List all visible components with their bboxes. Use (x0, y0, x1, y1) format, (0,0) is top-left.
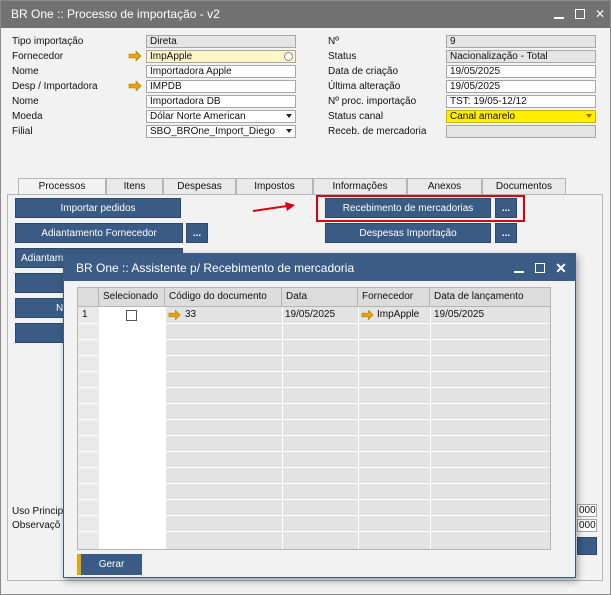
filial-value: SBO_BROne_Import_Diego (150, 126, 276, 137)
ultima-alteracao-field[interactable]: 19/05/2025 (446, 80, 596, 93)
codigo-documento-cell: 33 (185, 309, 197, 320)
fornecedor-link-arrow-icon[interactable] (361, 310, 374, 320)
moeda-select[interactable]: Dólar Norte American (146, 110, 296, 123)
column-header-data[interactable]: Data (282, 288, 358, 307)
window-title: BR One :: Processo de importação - v2 (11, 7, 220, 21)
tab-informacoes[interactable]: Informações (313, 178, 407, 194)
data-criacao-label: Data de criação (328, 66, 399, 77)
column-header-codigo[interactable]: Código do documento (165, 288, 282, 307)
dialog-minimize-icon[interactable] (510, 259, 528, 277)
filial-label: Filial (12, 126, 33, 137)
total-field-1[interactable]: 000 (577, 504, 597, 517)
maximize-icon[interactable] (571, 5, 589, 23)
importadora-link-arrow-icon[interactable] (128, 81, 142, 91)
total-field-2[interactable]: 000 (577, 519, 597, 532)
fornecedor-link-arrow-icon[interactable] (128, 51, 142, 61)
despesas-importacao-button[interactable]: Despesas Importação (325, 223, 491, 243)
chevron-down-icon[interactable] (286, 129, 292, 133)
dialog-maximize-icon[interactable] (531, 259, 549, 277)
observacoes-label: Observaçõ (12, 520, 61, 531)
tipo-importacao-field[interactable]: Direta (146, 35, 296, 48)
status-canal-select[interactable]: Canal amarelo (446, 110, 596, 123)
despesas-more-button[interactable]: ... (495, 223, 517, 243)
proc-importacao-field[interactable]: TST: 19/05-12/12 (446, 95, 596, 108)
chevron-down-icon[interactable] (586, 114, 592, 118)
column-header-fornecedor[interactable]: Fornecedor (358, 288, 430, 307)
data-criacao-field[interactable]: 19/05/2025 (446, 65, 596, 78)
minimize-icon[interactable] (550, 5, 568, 23)
nome-importadora-label: Nome (12, 96, 39, 107)
nome-fornecedor-label: Nome (12, 66, 39, 77)
desp-importadora-field[interactable]: IMPDB (146, 80, 296, 93)
fornecedor-field[interactable]: ImpApple (146, 50, 296, 63)
desp-importadora-label: Desp / Importadora (12, 81, 98, 92)
column-header-data-lancamento[interactable]: Data de lançamento (430, 288, 550, 307)
partial-button-bottom[interactable] (577, 537, 597, 555)
uso-principal-label: Uso Princip (12, 506, 64, 517)
fornecedor-cell: ImpApple (377, 309, 420, 320)
chevron-down-icon[interactable] (286, 114, 292, 118)
column-header-selecionado[interactable]: Selecionado (99, 288, 165, 307)
close-icon[interactable]: ✕ (591, 5, 609, 23)
ultima-alteracao-label: Última alteração (328, 81, 401, 92)
choose-from-list-icon[interactable] (284, 52, 293, 61)
documento-link-arrow-icon[interactable] (168, 310, 181, 320)
tab-processos[interactable]: Processos (18, 178, 106, 195)
highlight-annotation-box (316, 195, 525, 222)
row-number-column (78, 307, 99, 549)
fornecedor-value: ImpApple (150, 51, 193, 62)
selecionado-checkbox[interactable] (126, 310, 137, 321)
assistente-recebimento-dialog: BR One :: Assistente p/ Recebimento de m… (63, 253, 576, 578)
importar-pedidos-button[interactable]: Importar pedidos (15, 198, 181, 218)
status-label: Status (328, 51, 357, 62)
tab-itens[interactable]: Itens (106, 178, 163, 194)
tab-impostos[interactable]: Impostos (236, 178, 313, 194)
status-canal-value: Canal amarelo (450, 111, 516, 122)
recebimento-grid[interactable]: Selecionado Código do documento Data For… (77, 287, 551, 550)
moeda-label: Moeda (12, 111, 43, 122)
window-title-bar[interactable]: BR One :: Processo de importação - v2 ✕ (1, 1, 610, 28)
grid-corner-header (78, 288, 99, 307)
status-canal-label: Status canal (328, 111, 384, 122)
status-field: Nacionalização - Total (446, 50, 596, 63)
gerar-button[interactable]: Gerar (77, 554, 142, 575)
adiantamento-fornecedor-button[interactable]: Adiantamento Fornecedor (15, 223, 183, 243)
filial-select[interactable]: SBO_BROne_Import_Diego (146, 125, 296, 138)
dialog-title-bar[interactable]: BR One :: Assistente p/ Recebimento de m… (64, 254, 575, 281)
numero-label: Nº (328, 36, 339, 47)
nome-importadora-field[interactable]: Importadora DB (146, 95, 296, 108)
dialog-close-icon[interactable]: ✕ (552, 259, 570, 277)
data-lancamento-cell: 19/05/2025 (434, 309, 485, 320)
tab-despesas[interactable]: Despesas (163, 178, 236, 194)
proc-importacao-label: Nº proc. importação (328, 96, 417, 107)
moeda-value: Dólar Norte American (150, 111, 246, 122)
dialog-title: BR One :: Assistente p/ Recebimento de m… (76, 261, 355, 275)
nome-fornecedor-field[interactable]: Importadora Apple (146, 65, 296, 78)
tab-anexos[interactable]: Anexos (407, 178, 482, 194)
receb-mercadoria-field (446, 125, 596, 138)
adiantamento-more-button[interactable]: ... (186, 223, 208, 243)
fornecedor-label: Fornecedor (12, 51, 64, 62)
tipo-importacao-label: Tipo importação (12, 36, 84, 47)
tab-documentos[interactable]: Documentos (482, 178, 566, 194)
selecionado-column (99, 307, 165, 549)
data-cell: 19/05/2025 (285, 309, 336, 320)
receb-mercadoria-label: Receb. de mercadoria (328, 126, 427, 137)
numero-field: 9 (446, 35, 596, 48)
red-annotation-arrow-icon (252, 202, 295, 212)
row-number: 1 (82, 309, 88, 320)
